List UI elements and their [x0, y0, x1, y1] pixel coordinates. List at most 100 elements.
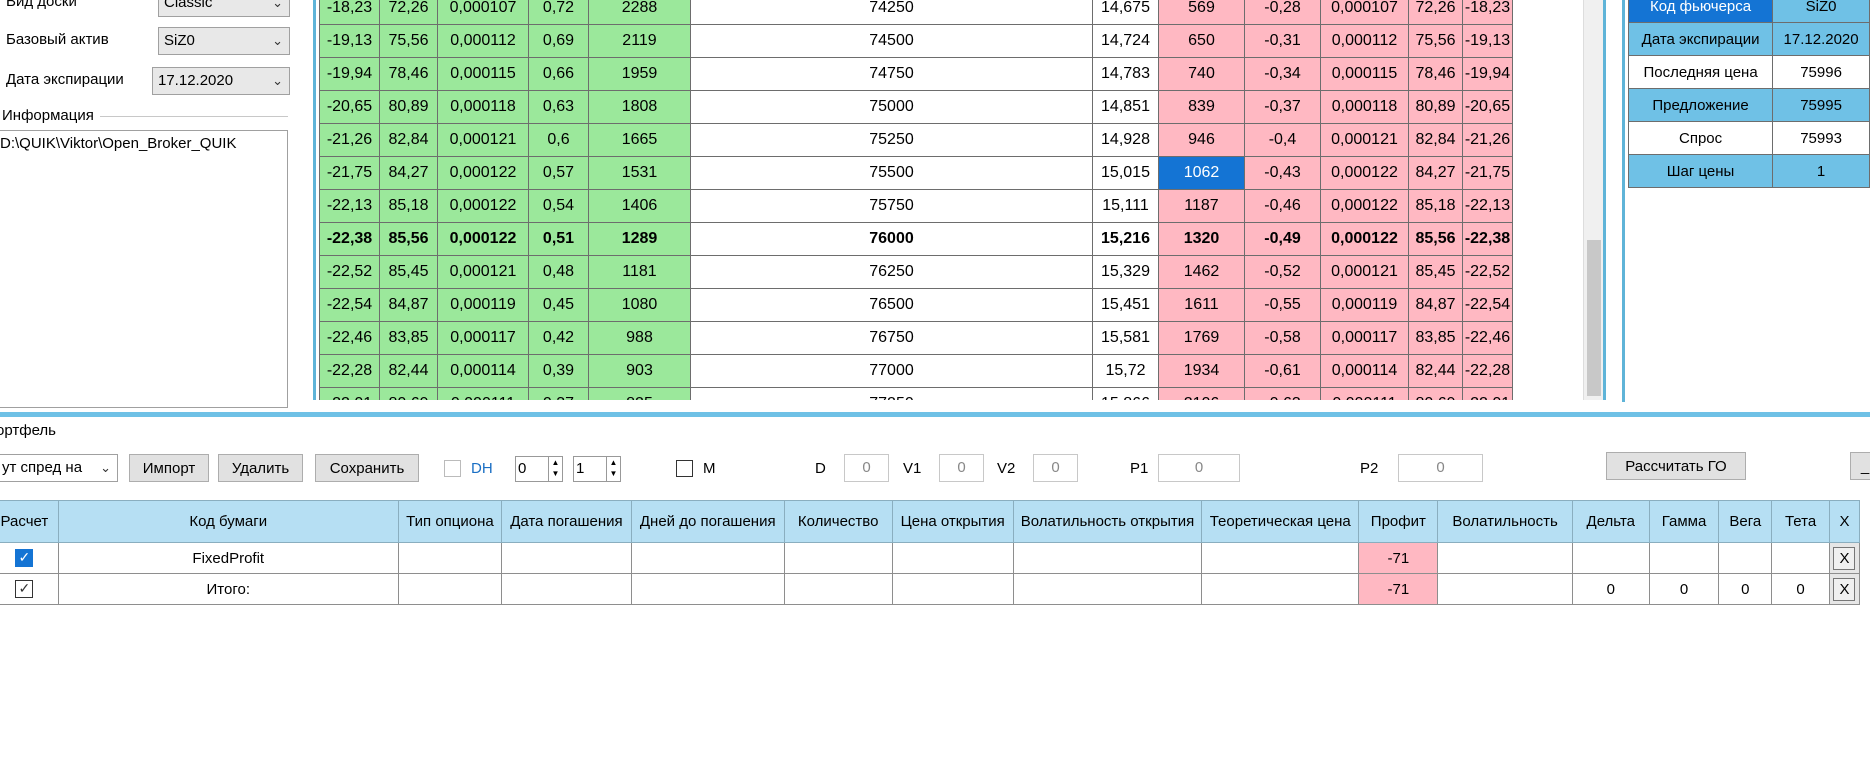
grid-cell[interactable]: -19,94 — [1462, 57, 1513, 91]
grid-cell[interactable]: 0,63 — [528, 90, 589, 124]
grid-cell[interactable]: 946 — [1158, 123, 1245, 157]
grid-cell[interactable]: 0,000118 — [1320, 90, 1409, 124]
remove-row-button[interactable]: X — [1833, 577, 1856, 601]
grid-cell[interactable]: 82,44 — [1408, 354, 1463, 388]
grid-cell[interactable]: 2119 — [588, 24, 691, 58]
grid-cell[interactable]: 1531 — [588, 156, 691, 190]
grid-cell[interactable]: -22,38 — [1462, 222, 1513, 256]
grid-cell[interactable]: 75,56 — [379, 24, 438, 58]
grid-cell[interactable]: -20,65 — [1462, 90, 1513, 124]
info-textbox[interactable]: D:\QUIK\Viktor\Open_Broker_QUIK — [0, 130, 288, 408]
grid-cell[interactable]: 0,000122 — [1320, 189, 1409, 223]
grid-cell[interactable]: 14,851 — [1092, 90, 1159, 124]
portfolio-column-header[interactable]: Волатильность — [1437, 500, 1573, 543]
strike-cell[interactable]: 75500 — [690, 156, 1093, 190]
grid-cell[interactable]: 988 — [588, 321, 691, 355]
strategy-combo[interactable]: ут спред на ⌄ — [0, 454, 118, 482]
dh-checkbox[interactable] — [444, 460, 461, 477]
strike-row[interactable]: -22,28 82,44 0,000114 0,39 903 77000 15,72 1934… — [319, 354, 1513, 388]
grid-cell[interactable]: 78,46 — [379, 57, 438, 91]
grid-cell[interactable]: 0,42 — [528, 321, 589, 355]
grid-cell[interactable]: -18,23 — [1462, 0, 1513, 25]
grid-cell[interactable]: 14,675 — [1092, 0, 1159, 25]
grid-cell[interactable]: -22,52 — [1462, 255, 1513, 289]
grid-cell[interactable]: 84,87 — [1408, 288, 1463, 322]
grid-cell[interactable]: 0,72 — [528, 0, 589, 25]
grid-cell[interactable]: 1665 — [588, 123, 691, 157]
grid-cell[interactable]: -19,13 — [1462, 24, 1513, 58]
strike-row[interactable]: -22,54 84,87 0,000119 0,45 1080 76500 15,451 16… — [319, 288, 1513, 322]
grid-cell[interactable]: 0,51 — [528, 222, 589, 256]
grid-cell[interactable]: -18,23 — [319, 0, 380, 25]
grid-cell[interactable]: 15,111 — [1092, 189, 1159, 223]
grid-cell[interactable]: 0,000122 — [437, 222, 529, 256]
grid-cell[interactable]: -22,38 — [319, 222, 380, 256]
grid-cell[interactable]: 85,56 — [1408, 222, 1463, 256]
strike-row[interactable]: -22,52 85,45 0,000121 0,48 1181 76250 15,329 14… — [319, 255, 1513, 289]
grid-cell[interactable]: 15,866 — [1092, 387, 1159, 400]
grid-cell[interactable]: 0,000114 — [437, 354, 529, 388]
grid-cell[interactable]: -0,61 — [1244, 354, 1321, 388]
strike-cell[interactable]: 74750 — [690, 57, 1093, 91]
grid-cell[interactable]: -0,28 — [1244, 0, 1321, 25]
grid-cell[interactable]: -19,94 — [319, 57, 380, 91]
minimize-button[interactable]: _ — [1850, 452, 1870, 480]
d-input[interactable]: 0 — [844, 454, 889, 482]
strike-cell[interactable]: 76500 — [690, 288, 1093, 322]
delete-button[interactable]: Удалить — [218, 454, 303, 482]
grid-cell[interactable]: 1080 — [588, 288, 691, 322]
strike-cell[interactable]: 76000 — [690, 222, 1093, 256]
grid-cell[interactable]: 15,451 — [1092, 288, 1159, 322]
grid-cell[interactable]: 569 — [1158, 0, 1245, 25]
futures-info-value[interactable]: 75995 — [1772, 88, 1870, 122]
save-button[interactable]: Сохранить — [315, 454, 419, 482]
strike-row[interactable]: -22,38 85,56 0,000122 0,51 1289 76000 15,216 13… — [319, 222, 1513, 256]
grid-cell[interactable]: 0,45 — [528, 288, 589, 322]
strike-row[interactable]: -19,13 75,56 0,000112 0,69 2119 74500 14,724 65… — [319, 24, 1513, 58]
portfolio-row[interactable]: ✓ Итого: -71 0 0 0 0 X — [0, 573, 1861, 605]
strike-row[interactable]: -18,23 72,26 0,000107 0,72 2288 74250 14,675 56… — [319, 0, 1513, 25]
portfolio-column-header[interactable]: Дата погашения — [501, 500, 632, 543]
grid-cell[interactable]: 1289 — [588, 222, 691, 256]
spinner-2[interactable]: 1 ▲ ▼ — [573, 456, 621, 482]
grid-cell[interactable]: -22,52 — [319, 255, 380, 289]
portfolio-column-header[interactable]: Теоретическая цена — [1201, 500, 1360, 543]
grid-cell[interactable]: -21,75 — [1462, 156, 1513, 190]
grid-cell[interactable]: 0,37 — [528, 387, 589, 400]
grid-cell[interactable]: 83,85 — [1408, 321, 1463, 355]
grid-cell[interactable]: 825 — [588, 387, 691, 400]
portfolio-column-header[interactable]: Дней до погашения — [630, 500, 785, 543]
p2-input[interactable]: 0 — [1398, 454, 1483, 482]
strike-cell[interactable]: 77250 — [690, 387, 1093, 400]
grid-cell[interactable]: 0,000122 — [1320, 222, 1409, 256]
grid-cell[interactable]: 15,015 — [1092, 156, 1159, 190]
grid-cell[interactable]: 15,329 — [1092, 255, 1159, 289]
grid-cell[interactable]: 85,18 — [1408, 189, 1463, 223]
grid-cell[interactable]: 15,72 — [1092, 354, 1159, 388]
grid-cell[interactable]: 0,000119 — [437, 288, 529, 322]
grid-cell[interactable]: 0,000122 — [437, 189, 529, 223]
strike-cell[interactable]: 74500 — [690, 24, 1093, 58]
grid-cell[interactable]: 0,66 — [528, 57, 589, 91]
grid-cell[interactable]: -21,75 — [319, 156, 380, 190]
v2-input[interactable]: 0 — [1033, 454, 1078, 482]
portfolio-column-header[interactable]: Количество — [783, 500, 893, 543]
grid-cell[interactable]: 0,000121 — [437, 123, 529, 157]
grid-cell[interactable]: 0,000115 — [437, 57, 529, 91]
scrollbar-thumb[interactable] — [1587, 240, 1601, 396]
grid-cell[interactable]: -0,43 — [1244, 156, 1321, 190]
grid-cell[interactable]: 85,56 — [379, 222, 438, 256]
grid-cell[interactable]: 14,724 — [1092, 24, 1159, 58]
grid-cell[interactable]: -0,31 — [1244, 24, 1321, 58]
grid-cell[interactable]: 0,000121 — [437, 255, 529, 289]
portfolio-column-header[interactable]: Расчет — [0, 500, 59, 543]
strike-row[interactable]: -22,13 85,18 0,000122 0,54 1406 75750 15,111 11… — [319, 189, 1513, 223]
grid-cell[interactable]: 0,000117 — [437, 321, 529, 355]
grid-cell[interactable]: -22,54 — [319, 288, 380, 322]
grid-cell[interactable]: 15,216 — [1092, 222, 1159, 256]
grid-cell[interactable]: 0,000121 — [1320, 255, 1409, 289]
grid-cell[interactable]: 80,69 — [1408, 387, 1463, 400]
grid-cell[interactable]: 0,6 — [528, 123, 589, 157]
grid-cell[interactable]: 80,89 — [379, 90, 438, 124]
strike-row[interactable]: -22,0180,690,0001110,378257725015,866210… — [319, 387, 1513, 400]
